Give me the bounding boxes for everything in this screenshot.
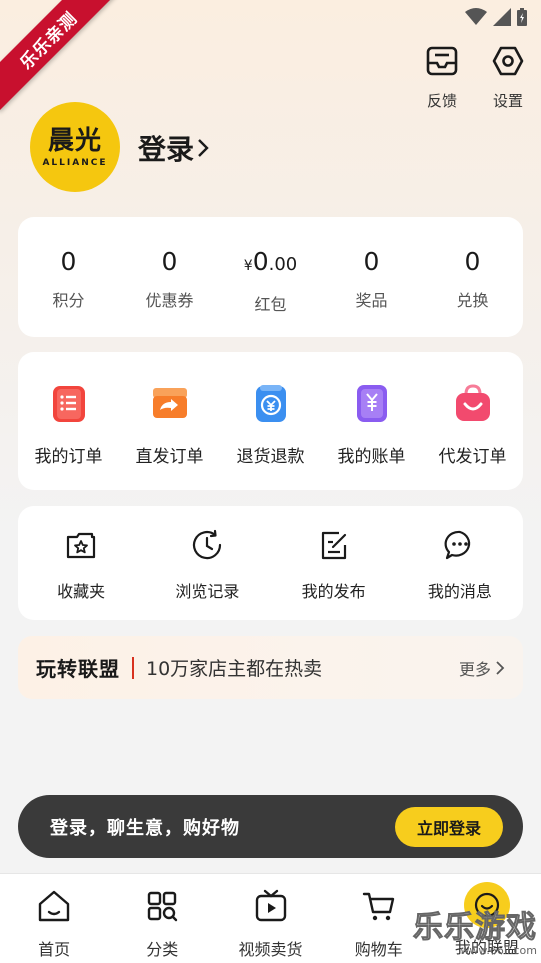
avatar[interactable]: 晨光 ALLIANCE	[30, 102, 120, 192]
login-link[interactable]: 登录	[138, 128, 210, 168]
stat-label: 兑换	[456, 291, 489, 310]
bill-icon	[356, 385, 387, 422]
login-label: 登录	[138, 133, 195, 166]
category-icon	[148, 891, 178, 922]
my-bill-button[interactable]: 我的账单	[321, 352, 422, 490]
feedback-icon	[426, 46, 458, 76]
orders-card: 我的订单 直发订单 退货退款 我的账单 代发订单	[18, 352, 523, 490]
stat-label: 积分	[52, 291, 85, 310]
banner-more-link[interactable]: 更多	[459, 656, 505, 680]
stat-label: 优惠券	[145, 291, 194, 310]
order-list-icon	[52, 386, 85, 422]
more-label: 更多	[458, 659, 491, 679]
avatar-logo-text: 晨光	[47, 126, 102, 156]
order-label: 我的订单	[34, 447, 103, 467]
order-label: 直发订单	[135, 447, 204, 467]
login-prompt-text: 登录，聊生意，购好物	[50, 817, 240, 839]
proxy-order-icon	[455, 384, 490, 421]
tab-label: 视频卖货	[238, 940, 303, 959]
stats-card: 0 积分 0 优惠券 ¥0.00 红包 0 奖品 0 兑换	[18, 217, 523, 337]
history-button[interactable]: 浏览记录	[144, 506, 270, 620]
tools-card: 收藏夹 浏览记录 我的发布 我的消息	[18, 506, 523, 620]
order-label: 退货退款	[236, 447, 305, 467]
tab-video-selling[interactable]: 视频卖货	[216, 874, 324, 963]
gear-icon	[492, 46, 524, 76]
messages-button[interactable]: 我的消息	[397, 506, 523, 620]
tab-my-alliance[interactable]: 我的联盟	[433, 874, 541, 963]
home-icon	[38, 890, 70, 922]
banner-divider	[132, 656, 134, 679]
stat-exchange[interactable]: 0 兑换	[422, 217, 523, 337]
stat-label: 奖品	[355, 291, 388, 310]
banner-brand: 玩转联盟	[36, 657, 120, 681]
tab-label: 首页	[38, 940, 71, 959]
tool-label: 我的消息	[427, 582, 492, 601]
battery-icon	[517, 8, 527, 26]
alliance-banner[interactable]: 玩转联盟 10万家店主都在热卖 更多	[18, 636, 523, 699]
stat-value: 0	[363, 247, 380, 276]
feedback-label: 反馈	[426, 92, 457, 110]
amount-dec: .00	[268, 254, 298, 275]
amount-int: 0	[252, 247, 269, 276]
tool-label: 浏览记录	[175, 582, 240, 601]
stat-coupons[interactable]: 0 优惠券	[119, 217, 220, 337]
history-icon	[193, 529, 222, 560]
login-now-button[interactable]: 立即登录	[395, 806, 503, 847]
tab-label: 分类	[146, 940, 179, 959]
tab-category[interactable]: 分类	[108, 874, 216, 963]
currency-symbol: ¥	[243, 258, 253, 274]
tool-label: 收藏夹	[57, 582, 106, 601]
settings-button[interactable]: 设置	[485, 44, 531, 111]
stat-prizes[interactable]: 0 奖品	[321, 217, 422, 337]
stat-value: 0	[161, 247, 178, 276]
stat-value: ¥0.00	[244, 247, 297, 281]
direct-ship-icon	[152, 388, 187, 418]
smile-icon	[463, 882, 510, 928]
banner-slogan: 10万家店主都在热卖	[146, 658, 323, 680]
bottom-tab-bar: 首页 分类 视频卖货 购物车 我的联盟	[0, 873, 541, 963]
wifi-icon	[465, 8, 487, 25]
cart-icon	[362, 892, 394, 921]
refund-icon	[255, 385, 286, 422]
my-publish-button[interactable]: 我的发布	[271, 506, 397, 620]
favorites-button[interactable]: 收藏夹	[18, 506, 144, 620]
stat-label: 红包	[254, 295, 287, 314]
favorites-icon	[67, 532, 96, 559]
login-prompt-bar: 登录，聊生意，购好物 立即登录	[18, 795, 523, 858]
order-label: 我的账单	[337, 447, 406, 467]
stat-red-packet[interactable]: ¥0.00 红包	[220, 217, 321, 337]
stat-value: 0	[60, 247, 77, 276]
chevron-right-icon	[496, 660, 505, 675]
settings-label: 设置	[492, 92, 523, 110]
message-icon	[444, 530, 471, 560]
stat-points[interactable]: 0 积分	[18, 217, 119, 337]
cell-signal-icon	[493, 8, 511, 26]
tool-label: 我的发布	[301, 582, 366, 601]
proxy-orders-button[interactable]: 代发订单	[422, 352, 523, 490]
refund-button[interactable]: 退货退款	[220, 352, 321, 490]
avatar-logo-sub: ALLIANCE	[42, 158, 108, 168]
tab-label: 我的联盟	[454, 938, 519, 957]
direct-orders-button[interactable]: 直发订单	[119, 352, 220, 490]
publish-icon	[321, 531, 346, 560]
stat-value: 0	[464, 247, 481, 276]
my-orders-button[interactable]: 我的订单	[18, 352, 119, 490]
feedback-button[interactable]: 反馈	[419, 44, 465, 111]
chevron-right-icon	[198, 139, 209, 157]
tab-cart[interactable]: 购物车	[325, 874, 433, 963]
video-icon	[255, 889, 286, 922]
order-label: 代发订单	[438, 447, 507, 467]
tab-home[interactable]: 首页	[0, 874, 108, 963]
tab-label: 购物车	[354, 940, 403, 959]
